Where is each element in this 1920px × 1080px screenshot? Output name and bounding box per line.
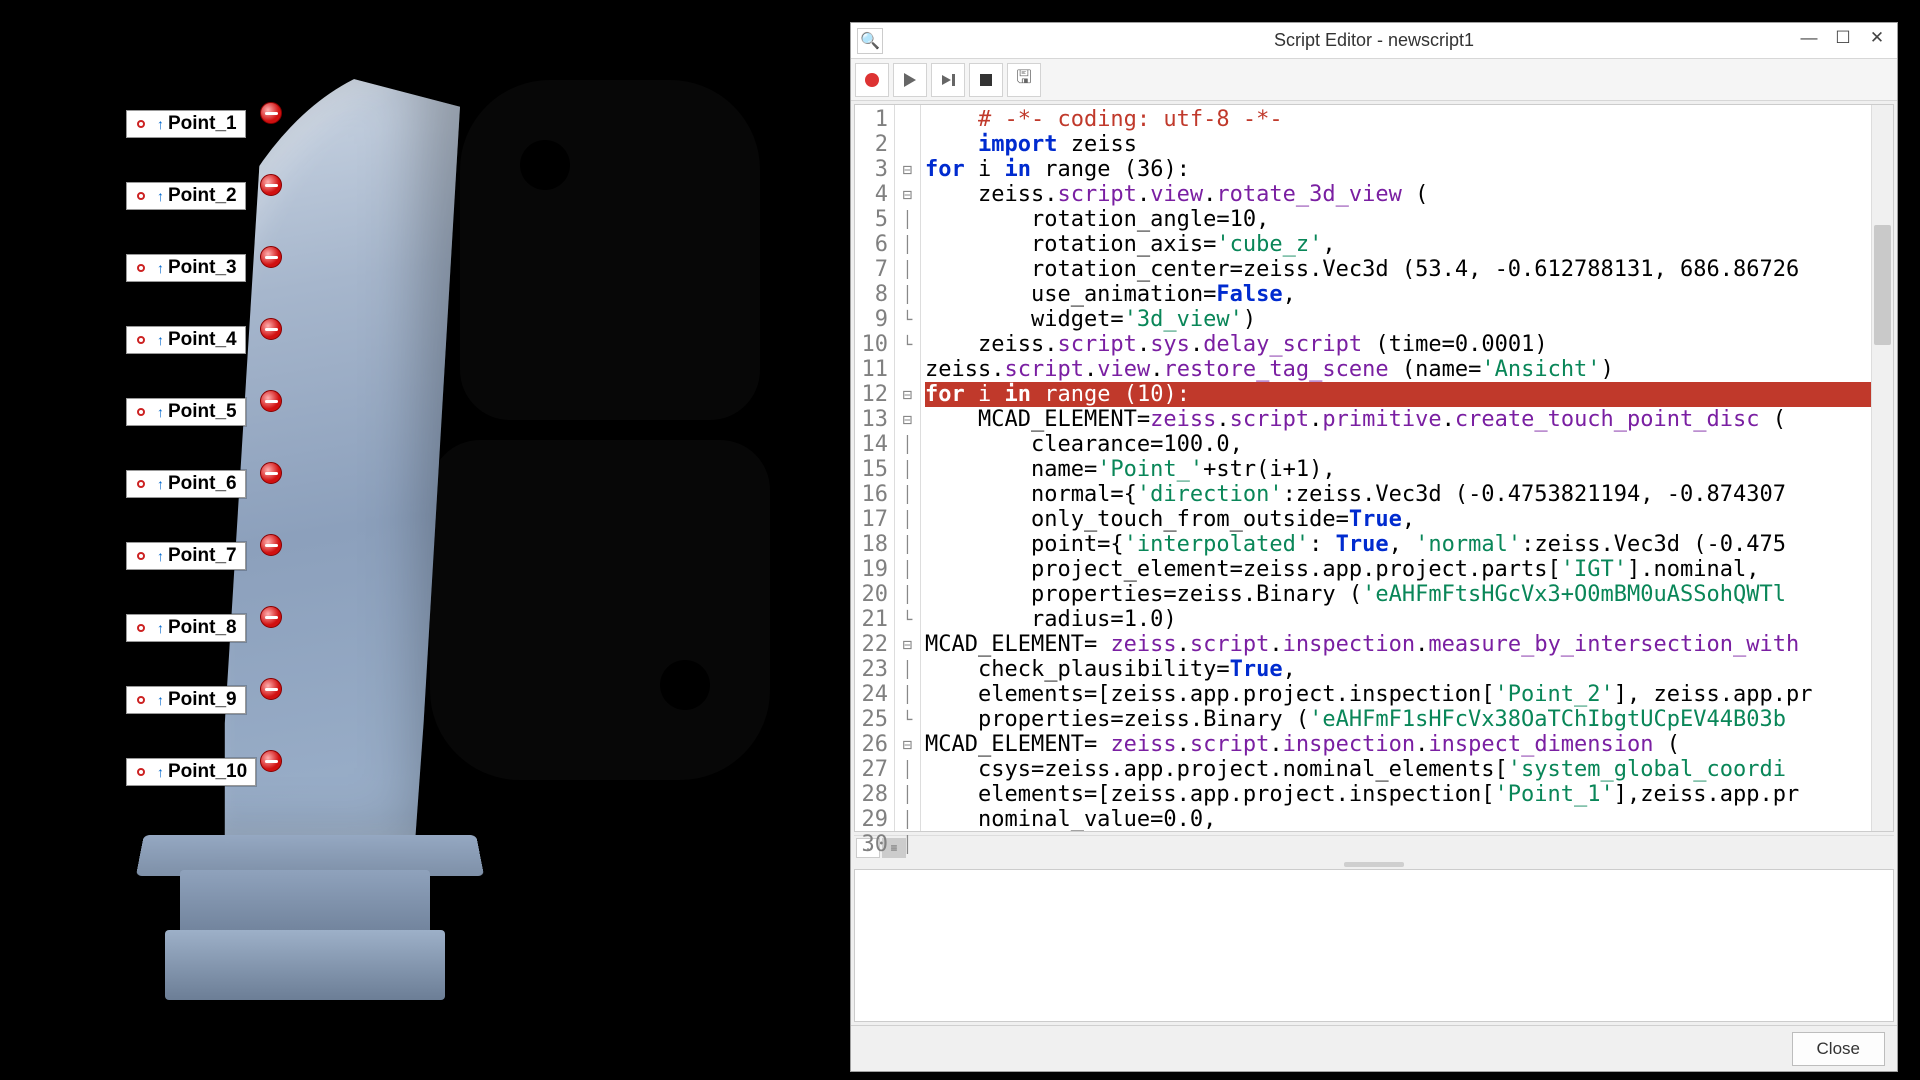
point-marker[interactable] <box>260 678 282 700</box>
titlebar[interactable]: 🔍 Script Editor - newscript1 — ☐ ✕ <box>851 23 1897 59</box>
window-title: Script Editor - newscript1 <box>851 30 1897 51</box>
point-icon <box>131 474 151 494</box>
code-text[interactable]: # -*- coding: utf-8 -*- import zeissfor … <box>921 105 1893 831</box>
point-name: Point_8 <box>168 617 237 639</box>
horizontal-scroll-row[interactable]: · ≡ <box>854 835 1894 859</box>
point-icon <box>131 402 151 422</box>
save-button[interactable]: 🖫 <box>1007 63 1041 97</box>
editor-toolbar: 🖫 <box>851 59 1897 101</box>
point-icon <box>131 258 151 278</box>
point-name: Point_3 <box>168 257 237 279</box>
point-icon <box>131 762 151 782</box>
vertical-scrollbar[interactable] <box>1871 105 1893 831</box>
arrow-up-icon: ↑ <box>157 332 164 348</box>
point-marker[interactable] <box>260 102 282 124</box>
point-name: Point_6 <box>168 473 237 495</box>
dialog-footer: Close <box>851 1025 1897 1071</box>
arrow-up-icon: ↑ <box>157 116 164 132</box>
point-icon <box>131 546 151 566</box>
point-icon <box>131 330 151 350</box>
point-name: Point_1 <box>168 113 237 135</box>
step-button[interactable] <box>931 63 965 97</box>
maximize-button[interactable]: ☐ <box>1827 25 1859 51</box>
record-button[interactable] <box>855 63 889 97</box>
point-marker[interactable] <box>260 606 282 628</box>
point-marker[interactable] <box>260 462 282 484</box>
arrow-up-icon: ↑ <box>157 692 164 708</box>
splitter-handle[interactable] <box>851 859 1897 869</box>
search-button[interactable]: 🔍 <box>857 28 883 54</box>
point-name: Point_10 <box>168 761 247 783</box>
arrow-up-icon: ↑ <box>157 260 164 276</box>
point-icon <box>131 114 151 134</box>
3d-viewport[interactable]: ↑Point_1↑Point_2↑Point_3↑Point_4↑Point_5… <box>0 0 848 1080</box>
script-editor-window: 🔍 Script Editor - newscript1 — ☐ ✕ 🖫 123… <box>850 22 1898 1072</box>
point-marker[interactable] <box>260 390 282 412</box>
arrow-up-icon: ↑ <box>157 548 164 564</box>
arrow-up-icon: ↑ <box>157 476 164 492</box>
arrow-up-icon: ↑ <box>157 404 164 420</box>
close-window-button[interactable]: ✕ <box>1861 25 1893 51</box>
point-label[interactable]: ↑Point_8 <box>126 614 246 642</box>
point-label[interactable]: ↑Point_3 <box>126 254 246 282</box>
point-label[interactable]: ↑Point_4 <box>126 326 246 354</box>
point-label[interactable]: ↑Point_9 <box>126 686 246 714</box>
run-button[interactable] <box>893 63 927 97</box>
point-marker[interactable] <box>260 174 282 196</box>
minimize-button[interactable]: — <box>1793 25 1825 51</box>
stop-button[interactable] <box>969 63 1003 97</box>
point-marker[interactable] <box>260 246 282 268</box>
point-icon <box>131 186 151 206</box>
point-name: Point_4 <box>168 329 237 351</box>
output-console[interactable] <box>854 869 1894 1022</box>
point-label[interactable]: ↑Point_6 <box>126 470 246 498</box>
point-name: Point_2 <box>168 185 237 207</box>
point-label[interactable]: ↑Point_2 <box>126 182 246 210</box>
turbine-blade-model[interactable] <box>70 20 490 1020</box>
point-marker[interactable] <box>260 318 282 340</box>
point-icon <box>131 618 151 638</box>
point-name: Point_9 <box>168 689 237 711</box>
point-marker[interactable] <box>260 534 282 556</box>
point-icon <box>131 690 151 710</box>
point-label[interactable]: ↑Point_7 <box>126 542 246 570</box>
arrow-up-icon: ↑ <box>157 620 164 636</box>
point-name: Point_7 <box>168 545 237 567</box>
point-label[interactable]: ↑Point_1 <box>126 110 246 138</box>
search-icon: 🔍 <box>860 31 880 51</box>
arrow-up-icon: ↑ <box>157 764 164 780</box>
line-number-gutter: 1234567891011121314151617181920212223242… <box>855 105 895 831</box>
arrow-up-icon: ↑ <box>157 188 164 204</box>
code-editor[interactable]: 1234567891011121314151617181920212223242… <box>854 104 1894 832</box>
point-label[interactable]: ↑Point_5 <box>126 398 246 426</box>
point-marker[interactable] <box>260 750 282 772</box>
point-name: Point_5 <box>168 401 237 423</box>
close-button[interactable]: Close <box>1792 1032 1885 1066</box>
point-label[interactable]: ↑Point_10 <box>126 758 256 786</box>
fold-column[interactable]: ⊟⊟││││└└⊟⊟│││││││└⊟││└⊟││││ <box>895 105 921 831</box>
